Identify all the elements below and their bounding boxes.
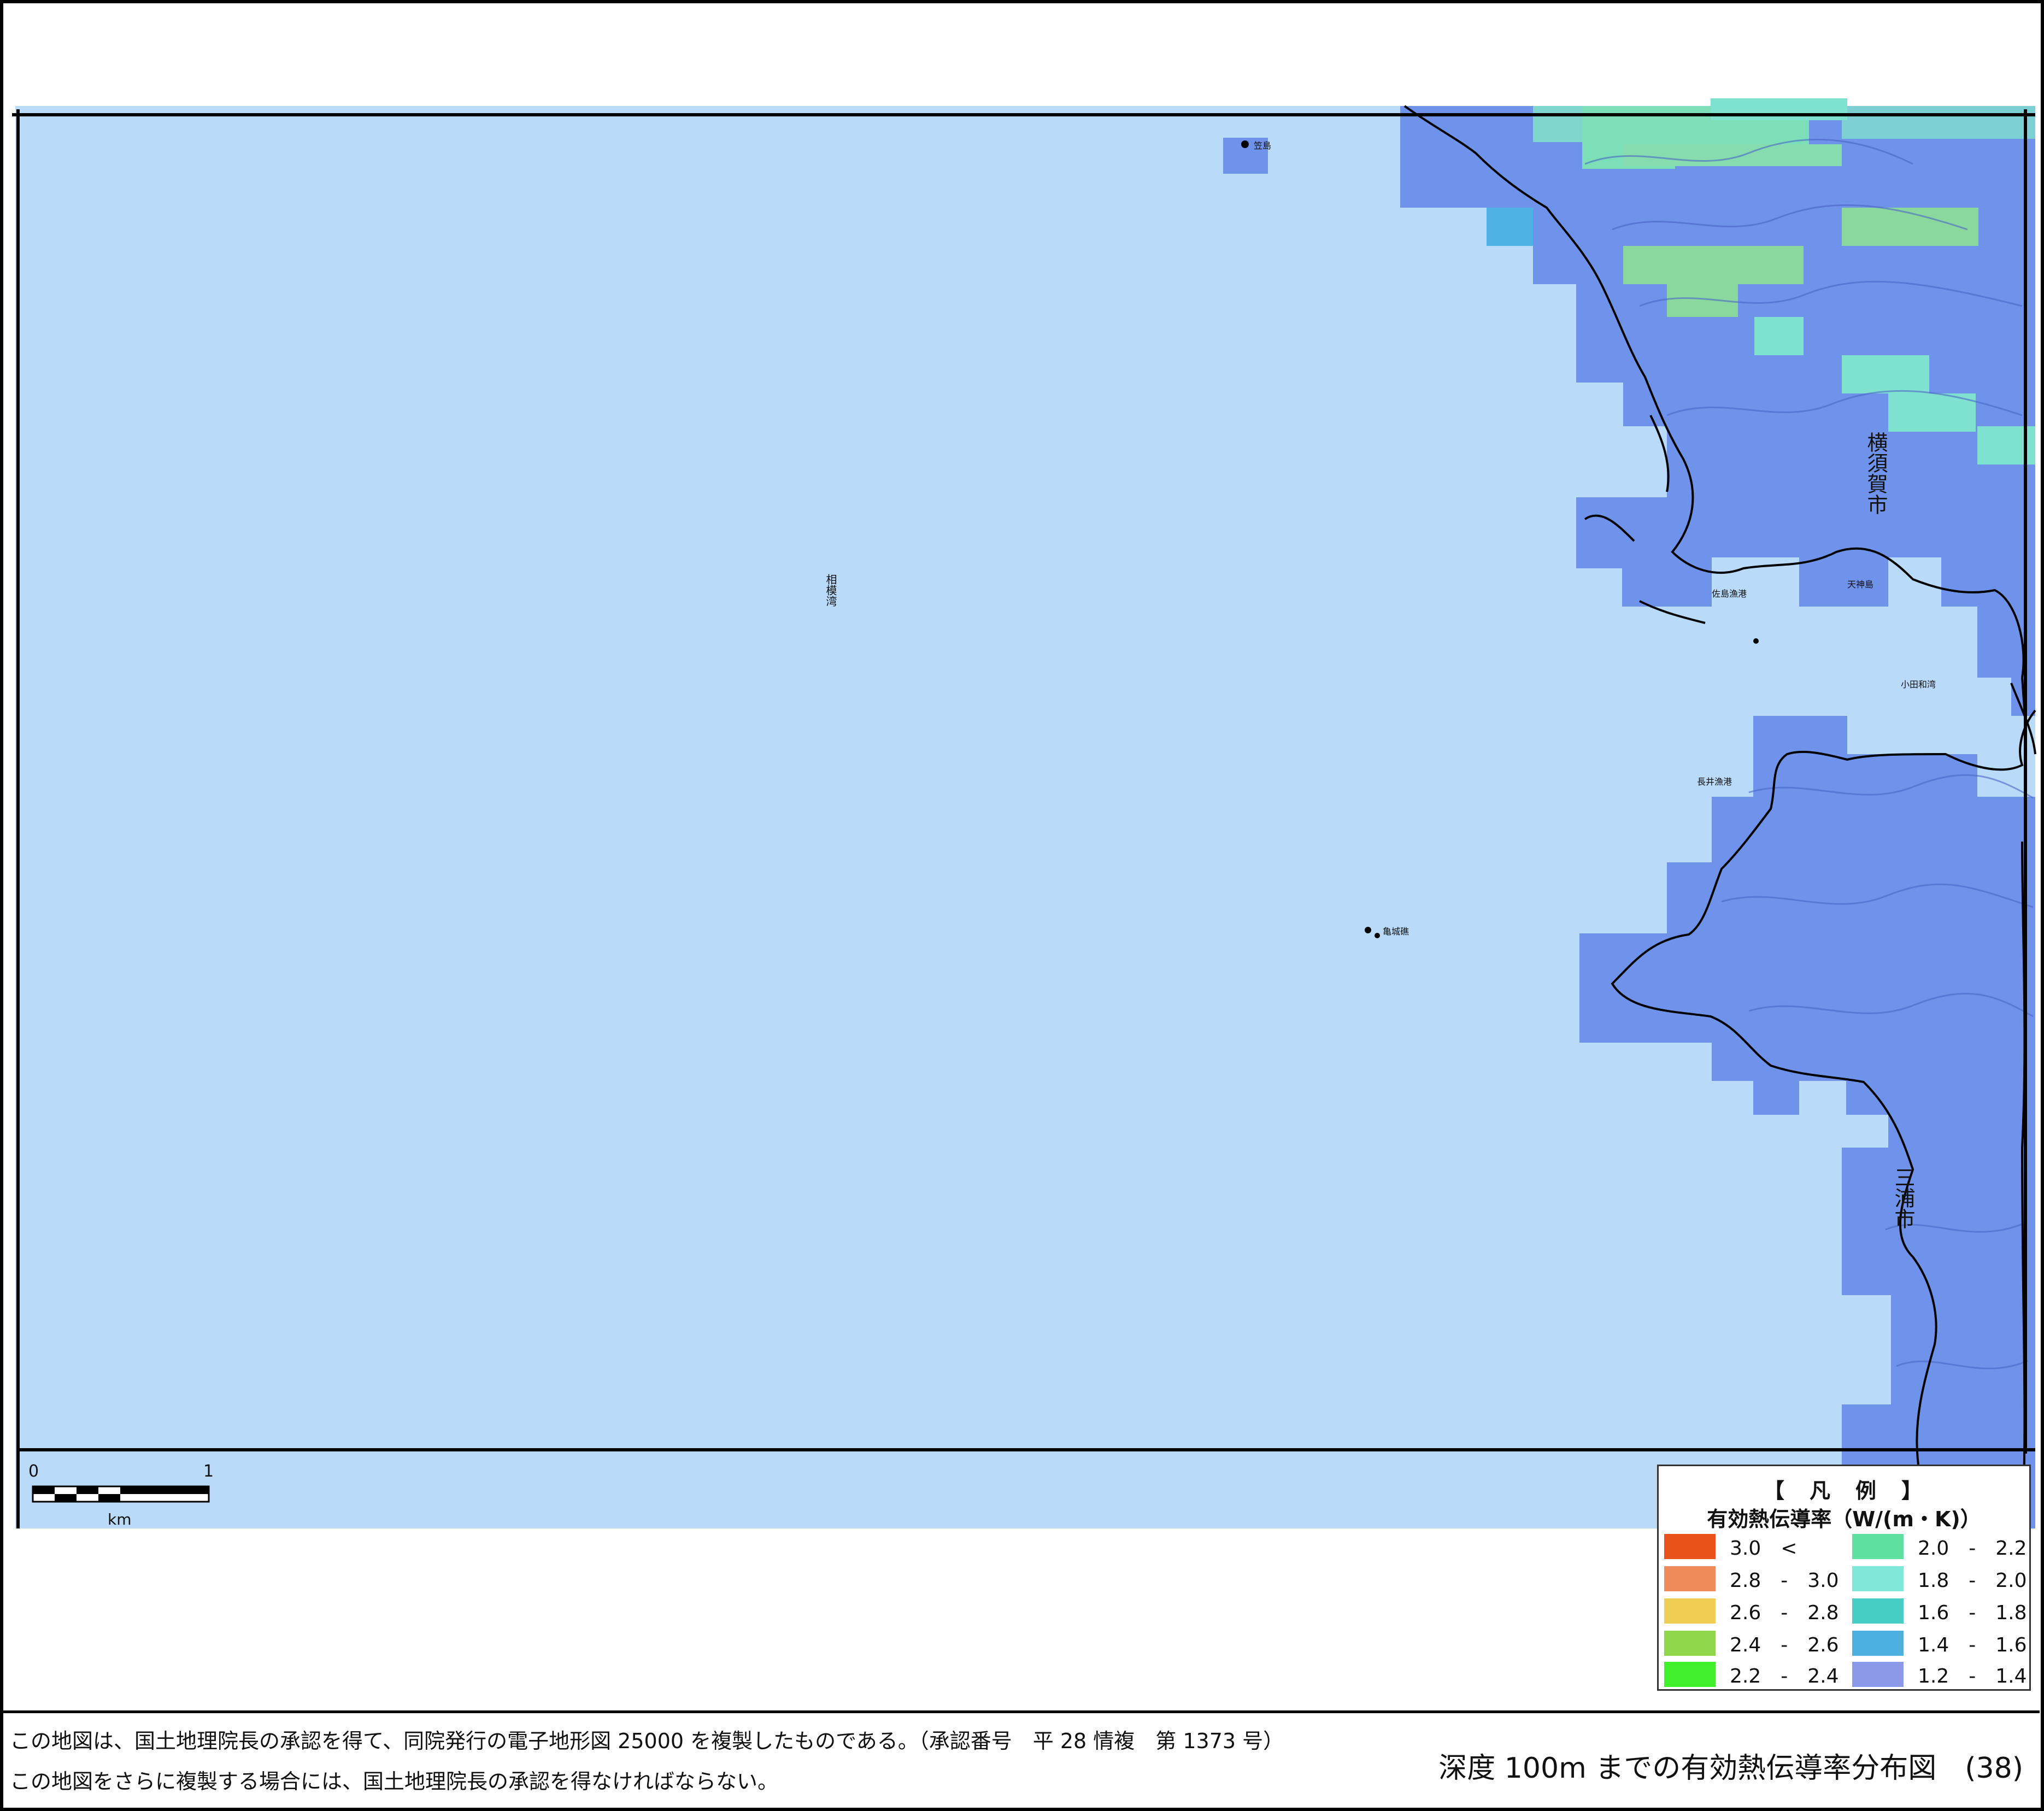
- reproduction-note: この地図をさらに複製する場合には、国土地理院長の承認を得なければならない。: [10, 1769, 779, 1794]
- label-sea-name: 相模湾: [824, 574, 837, 607]
- label-island-tenjin: 天神島: [1847, 579, 1873, 590]
- legend-swatch: [1664, 1598, 1716, 1624]
- legend-swatch: [1664, 1534, 1716, 1559]
- legend-swatch: [1852, 1566, 1904, 1591]
- legend-label: 1.6 - 1.8: [1918, 1602, 2027, 1624]
- legend-item: 1.6 - 1.8: [1852, 1597, 2027, 1625]
- legend-item: 1.4 - 1.6: [1852, 1630, 2027, 1657]
- legend-swatch: [1664, 1662, 1716, 1687]
- legend-swatch: [1852, 1598, 1904, 1624]
- footer: この地図は、国土地理院長の承認を得て、同院発行の電子地形図 25000 を複製し…: [3, 1710, 2040, 1808]
- legend-title: 有効熱伝導率（W/(m・K)）: [1707, 1507, 1981, 1531]
- legend-item: 2.6 - 2.8: [1664, 1597, 1839, 1625]
- copyright-note: この地図は、国土地理院長の承認を得て、同院発行の電子地形図 25000 を複製し…: [10, 1729, 1284, 1753]
- legend-item: 2.8 - 3.0: [1664, 1565, 1839, 1592]
- scale-unit-label: km: [108, 1510, 132, 1528]
- legend-label: 2.8 - 3.0: [1730, 1569, 1839, 1592]
- legend-label: 2.2 - 2.4: [1730, 1665, 1839, 1687]
- legend-swatch: [1852, 1534, 1904, 1559]
- legend-swatch: [1664, 1566, 1716, 1591]
- legend-item: 1.2 - 1.4: [1852, 1661, 2027, 1688]
- legend-swatch: [1852, 1662, 1904, 1687]
- legend-swatch: [1664, 1631, 1716, 1656]
- legend-heading: 【 凡 例 】: [1763, 1479, 1924, 1503]
- legend-item: 2.4 - 2.6: [1664, 1630, 1839, 1657]
- scale-start-label: 0: [28, 1462, 39, 1481]
- sheet-title: 深度 100m までの有効熱伝導率分布図 (38): [1438, 1752, 2023, 1785]
- legend-label: 1.8 - 2.0: [1918, 1569, 2027, 1592]
- legend-item: 1.8 - 2.0: [1852, 1565, 2027, 1592]
- legend-label: 2.0 - 2.2: [1918, 1537, 2027, 1560]
- legend-label: 1.4 - 1.6: [1918, 1634, 2027, 1656]
- label-city-miura: 三浦市: [1891, 1167, 1915, 1229]
- label-port-nagai: 長井漁港: [1697, 777, 1732, 787]
- legend-item: 3.0 <: [1664, 1533, 1797, 1560]
- label-port-saga: 佐島漁港: [1712, 589, 1747, 599]
- scale-end-label: 1: [203, 1462, 214, 1481]
- legend-swatch: [1852, 1631, 1904, 1656]
- legend-label: 2.6 - 2.8: [1730, 1602, 1839, 1624]
- legend-box: 【 凡 例 】 有効熱伝導率（W/(m・K)） 3.0 < 2.8 - 3.0 …: [1657, 1465, 2031, 1691]
- legend-item: 2.2 - 2.4: [1664, 1661, 1839, 1688]
- legend-label: 1.2 - 1.4: [1918, 1665, 2027, 1687]
- legend-item: 2.0 - 2.2: [1852, 1533, 2027, 1560]
- label-reef: 亀城礁: [1383, 926, 1409, 937]
- label-city-yokosuka: 横須賀市: [1864, 432, 1888, 515]
- legend-label: 2.4 - 2.6: [1730, 1634, 1839, 1656]
- label-island-north: 笠島: [1254, 140, 1271, 151]
- legend-label: 3.0 <: [1730, 1537, 1798, 1560]
- label-bay-kowada: 小田和湾: [1901, 679, 1936, 690]
